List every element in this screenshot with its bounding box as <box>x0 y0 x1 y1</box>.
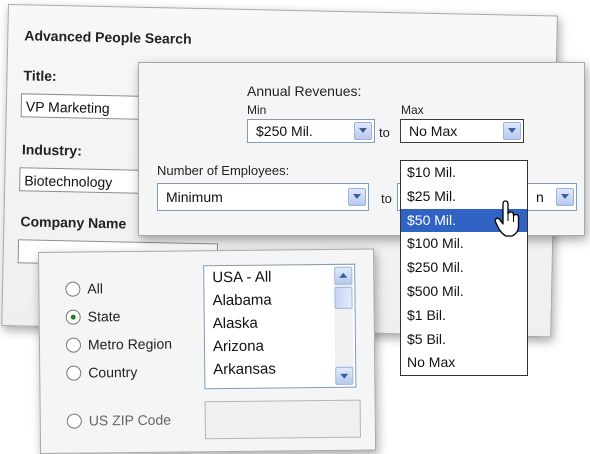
industry-label: Industry: <box>22 141 82 158</box>
chevron-down-icon[interactable] <box>556 188 574 206</box>
revenue-max-option[interactable]: $500 Mil. <box>401 280 527 304</box>
employees-to-label: to <box>381 191 392 206</box>
revenue-max-option[interactable]: $10 Mil. <box>401 161 527 185</box>
scroll-down-icon[interactable] <box>335 367 353 385</box>
state-list-item[interactable]: USA - All <box>204 265 354 290</box>
annual-revenues-label: Annual Revenues: <box>247 83 361 99</box>
radio-button-icon[interactable] <box>67 414 82 429</box>
revenue-max-value: No Max <box>409 123 457 139</box>
employees-min-select[interactable]: Minimum <box>157 183 369 211</box>
min-label: Min <box>247 103 266 117</box>
revenue-max-select[interactable]: No Max <box>400 119 524 143</box>
employees-min-value: Minimum <box>166 189 223 205</box>
panel-title: Advanced People Search <box>24 27 192 47</box>
state-list-scrollbar[interactable] <box>334 267 353 385</box>
zip-label: US ZIP Code <box>89 412 171 429</box>
radio-button-icon[interactable] <box>66 310 81 325</box>
radio-button-icon[interactable] <box>66 338 81 353</box>
revenue-to-label: to <box>379 125 390 140</box>
radio-label: State <box>88 308 121 324</box>
revenue-max-option[interactable]: $5 Bil. <box>401 328 527 352</box>
state-list-item[interactable]: Arkansas <box>205 357 355 382</box>
radio-button-icon[interactable] <box>65 282 80 297</box>
mouse-pointer-icon <box>494 200 520 238</box>
company-name-label: Company Name <box>20 213 126 231</box>
radio-label: Metro Region <box>88 336 172 353</box>
chevron-down-icon[interactable] <box>348 188 366 206</box>
chevron-down-icon[interactable] <box>354 122 372 140</box>
location-panel: AllStateMetro RegionCountry USA - AllAla… <box>38 248 376 454</box>
chevron-down-icon[interactable] <box>503 122 521 140</box>
zip-code-input[interactable] <box>205 400 361 440</box>
state-list-item[interactable]: Alaska <box>205 311 355 336</box>
revenue-min-select[interactable]: $250 Mil. <box>247 119 375 143</box>
state-list-item[interactable]: Arizona <box>205 334 355 359</box>
revenue-max-option[interactable]: $250 Mil. <box>401 256 527 280</box>
state-list[interactable]: USA - AllAlabamaAlaskaArizonaArkansas <box>203 264 356 390</box>
radio-label: Country <box>88 364 137 381</box>
revenue-max-option[interactable]: $1 Bil. <box>401 304 527 328</box>
employees-label: Number of Employees: <box>157 163 289 178</box>
max-label: Max <box>401 103 424 117</box>
revenue-max-option[interactable]: No Max <box>401 351 527 375</box>
employees-max-value: n <box>536 184 544 210</box>
radio-button-icon[interactable] <box>66 366 81 381</box>
title-label: Title: <box>23 67 57 84</box>
state-list-items: USA - AllAlabamaAlaskaArizonaArkansas <box>204 265 355 382</box>
scroll-thumb[interactable] <box>334 287 352 309</box>
scroll-up-icon[interactable] <box>334 267 352 285</box>
state-list-item[interactable]: Alabama <box>204 288 354 313</box>
revenue-max-dropdown-list[interactable]: $10 Mil.$25 Mil.$50 Mil.$100 Mil.$250 Mi… <box>400 160 528 376</box>
revenue-min-value: $250 Mil. <box>256 123 313 139</box>
radio-label: All <box>87 280 103 296</box>
